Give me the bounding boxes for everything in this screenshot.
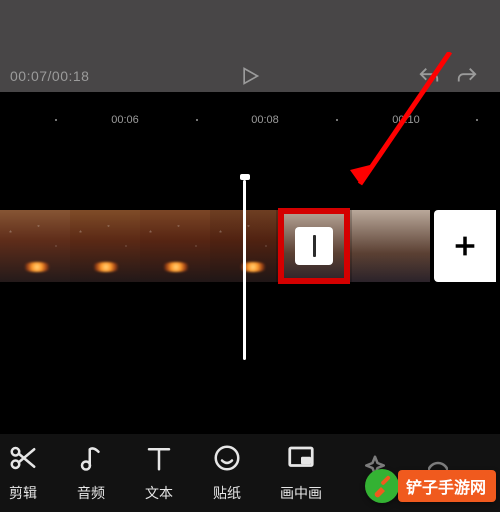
tool-sticker[interactable]: 贴纸 bbox=[212, 443, 242, 503]
watermark-text: 铲子手游网 bbox=[398, 470, 496, 502]
add-clip-button[interactable] bbox=[434, 210, 496, 282]
tool-label: 音频 bbox=[77, 483, 105, 503]
transition-button[interactable] bbox=[295, 227, 333, 265]
video-editor-screen: 00:07/00:18 00:06 00:08 00:10 bbox=[0, 0, 500, 512]
redo-button[interactable] bbox=[454, 63, 480, 89]
undo-icon bbox=[418, 65, 440, 87]
watermark-badge: 铲子手游网 bbox=[362, 466, 496, 506]
ruler-dot bbox=[336, 119, 338, 121]
timeline-clip[interactable] bbox=[0, 210, 70, 282]
ruler-dot bbox=[476, 119, 478, 121]
timeline-clip[interactable] bbox=[70, 210, 140, 282]
plus-icon bbox=[451, 232, 479, 260]
ruler-dot bbox=[55, 119, 57, 121]
timeline-clip[interactable] bbox=[140, 210, 210, 282]
tool-audio[interactable]: 音频 bbox=[76, 443, 106, 503]
sticker-icon bbox=[212, 443, 242, 473]
ruler-tick: 00:06 bbox=[111, 114, 139, 126]
ruler-dot bbox=[196, 119, 198, 121]
play-icon bbox=[240, 65, 260, 87]
redo-icon bbox=[456, 65, 478, 87]
tool-label: 剪辑 bbox=[9, 483, 37, 503]
tool-cut[interactable]: 剪辑 bbox=[8, 443, 38, 503]
undo-button[interactable] bbox=[416, 63, 442, 89]
playhead[interactable] bbox=[243, 180, 246, 360]
pip-icon bbox=[286, 443, 316, 473]
timecode: 00:07/00:18 bbox=[10, 68, 89, 84]
ruler-tick: 00:08 bbox=[251, 114, 279, 126]
timeline-track[interactable] bbox=[0, 210, 500, 282]
tool-label: 画中画 bbox=[280, 483, 322, 503]
transition-area bbox=[278, 208, 350, 284]
text-icon bbox=[144, 443, 174, 473]
timeline-ruler: 00:06 00:08 00:10 bbox=[0, 112, 500, 134]
scissors-icon bbox=[8, 443, 38, 473]
tool-label: 贴纸 bbox=[213, 483, 241, 503]
play-button[interactable] bbox=[238, 64, 262, 88]
watermark-logo bbox=[362, 466, 402, 506]
ruler-tick: 00:10 bbox=[392, 114, 420, 126]
tool-pip[interactable]: 画中画 bbox=[280, 443, 322, 503]
tool-label: 文本 bbox=[145, 483, 173, 503]
playback-bar: 00:07/00:18 bbox=[0, 52, 500, 100]
tool-text[interactable]: 文本 bbox=[144, 443, 174, 503]
music-note-icon bbox=[76, 443, 106, 473]
